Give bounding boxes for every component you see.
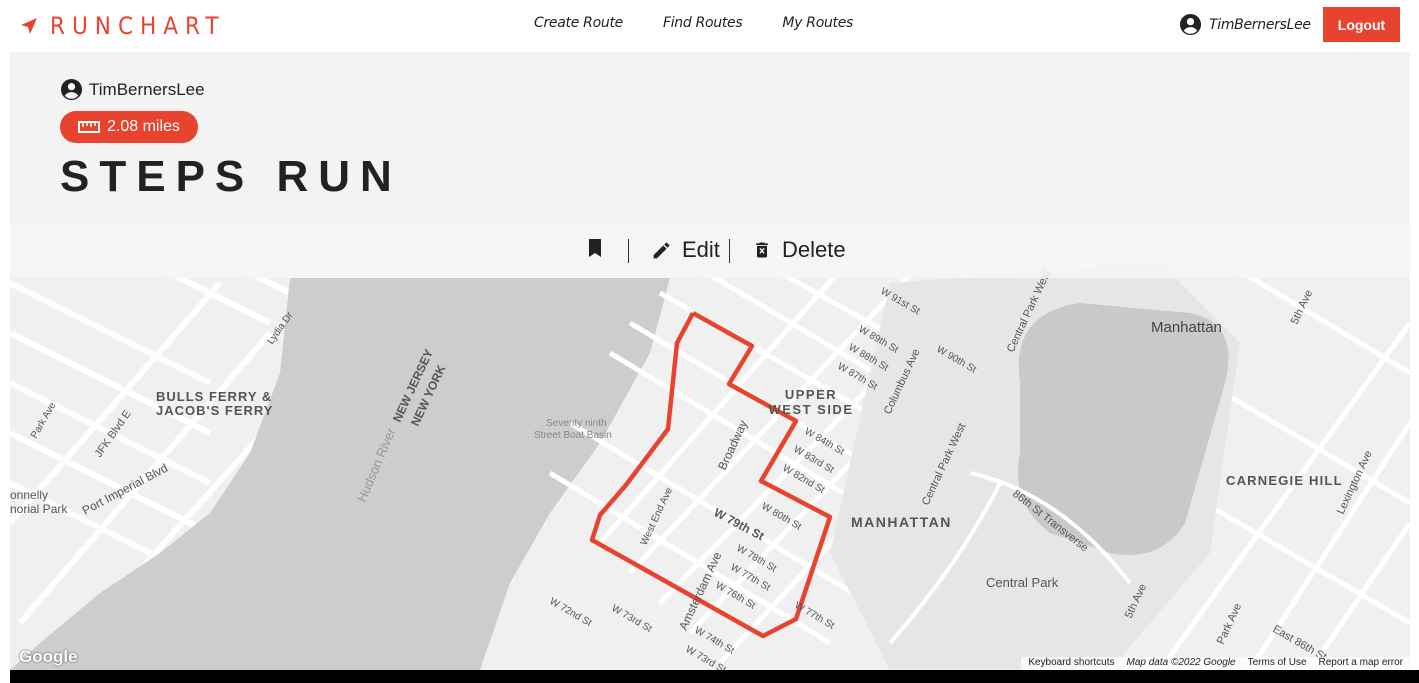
route-title: STEPS RUN [60,152,402,201]
location-arrow-icon [21,18,37,34]
map-label-boat-basin: Seventy ninth [546,418,607,429]
edit-label: Edit [682,237,720,262]
bookmark-icon [589,239,601,257]
map-canvas[interactable]: UPPER WEST SIDE MANHATTAN Manhattan CARN… [10,223,1410,670]
pencil-icon [653,242,670,258]
distance-badge: 2.08 miles [60,111,198,143]
action-separator [729,239,730,263]
delete-label: Delete [782,237,846,262]
ruler-icon [78,121,100,133]
google-logo: Google [19,647,78,666]
route-author[interactable]: TimBernersLee [60,78,205,101]
map-label-manhattan: Manhattan [1151,319,1222,336]
logout-button[interactable]: Logout [1323,7,1400,42]
trash-icon [756,242,768,258]
edit-button[interactable]: Edit [651,237,720,263]
map-label-bulls-ferry: BULLS FERRY & [156,389,272,404]
map-label-donnelly: onnelly [10,488,48,502]
map-label-bulls-ferry-2: JACOB'S FERRY [156,403,273,418]
app-logo[interactable]: RUNCHART [20,12,225,40]
report-error-link[interactable]: Report a map error [1319,657,1403,668]
map-label-upper-west-side: UPPER [785,387,837,402]
action-separator [628,239,629,263]
nav-create-route[interactable]: Create Route [534,15,623,31]
account-circle-icon [60,78,83,101]
account-circle-icon [1179,13,1202,36]
map-data-attribution: Map data ©2022 Google [1126,657,1236,668]
map-label-donnelly-2: norial Park [10,502,68,516]
username: TimBernersLee [1209,16,1311,33]
map-label-manhattan-district: MANHATTAN [851,514,952,530]
map-label-boat-basin-2: Street Boat Basin [534,430,612,441]
main-nav: Create Route Find Routes My Routes [534,15,853,31]
nav-my-routes[interactable]: My Routes [782,15,853,31]
nav-find-routes[interactable]: Find Routes [663,15,743,31]
author-name: TimBernersLee [89,79,205,99]
user-menu[interactable]: TimBernersLee [1179,13,1311,36]
distance-value: 2.08 miles [107,118,180,135]
bookmark-button[interactable] [587,238,603,258]
map-label-upper-west-side-2: WEST SIDE [768,402,853,417]
top-navbar: RUNCHART Create Route Find Routes My Rou… [0,0,1419,52]
delete-button[interactable]: Delete [752,237,846,263]
route-map[interactable]: UPPER WEST SIDE MANHATTAN Manhattan CARN… [10,223,1410,670]
bottom-bar [10,670,1419,683]
keyboard-shortcuts-link[interactable]: Keyboard shortcuts [1028,657,1114,668]
route-actions-bar: Edit Delete [10,223,1410,278]
route-header: TimBernersLee 2.08 miles STEPS RUN [10,52,1410,223]
map-label-central-park: Central Park [986,575,1059,590]
logo-text: RUNCHART [50,12,226,40]
map-label-carnegie-hill: CARNEGIE HILL [1226,473,1343,488]
terms-link[interactable]: Terms of Use [1248,657,1307,668]
map-footer: Keyboard shortcuts Map data ©2022 Google… [1021,657,1410,670]
